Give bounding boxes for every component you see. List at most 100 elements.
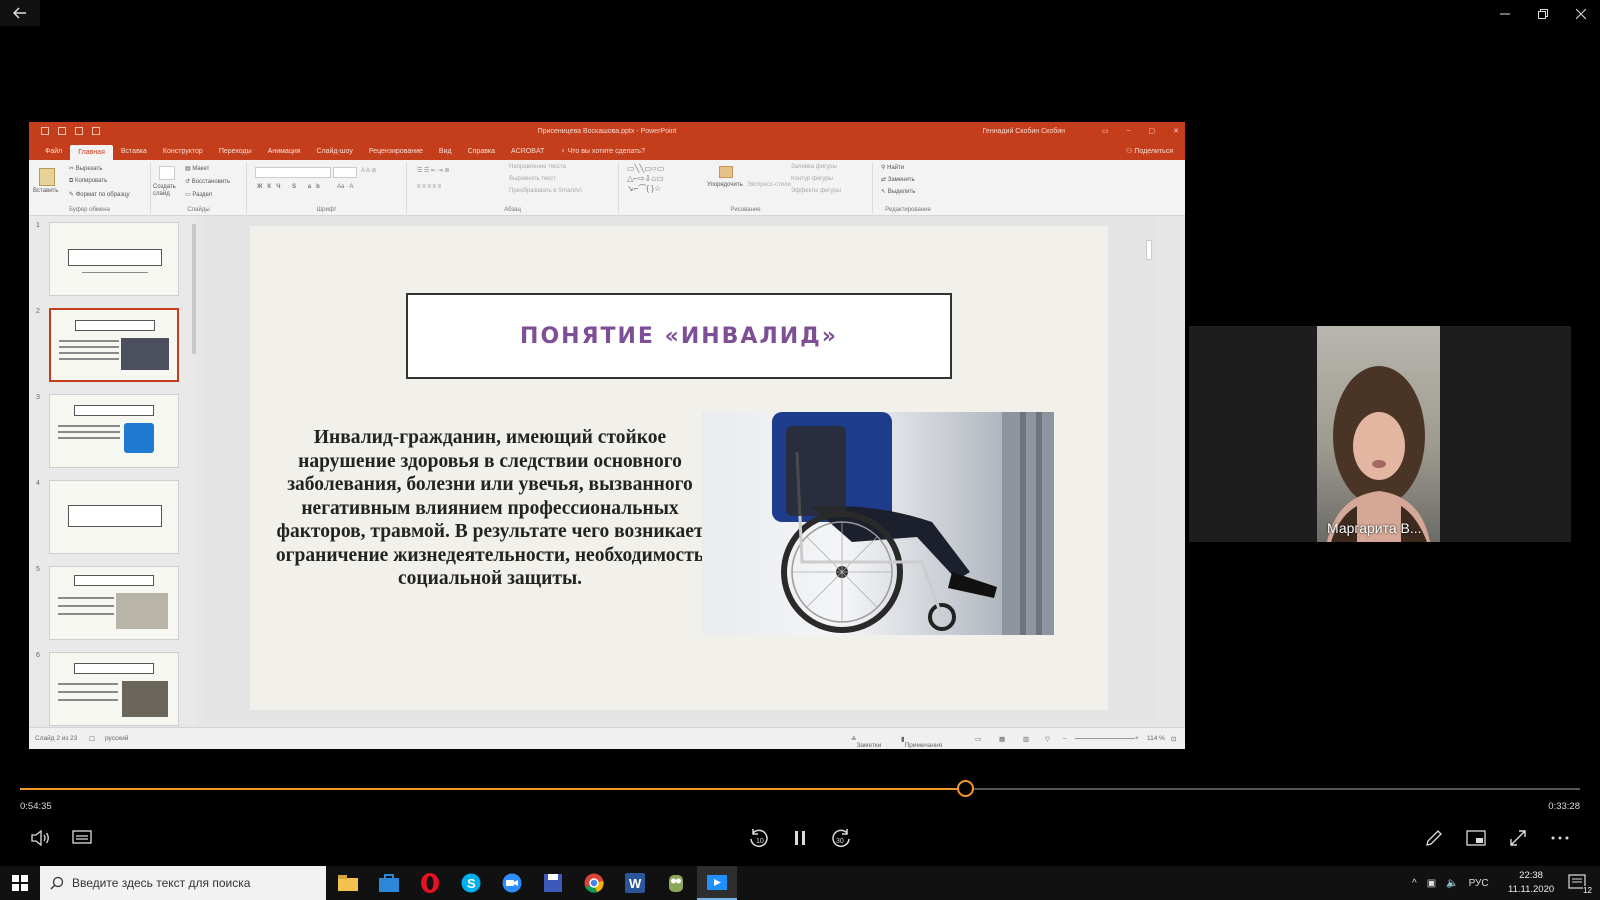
tab-acrobat[interactable]: ACROBAT <box>503 148 552 160</box>
taskbar-search-box[interactable]: Введите здесь текст для поиска <box>40 866 326 900</box>
convert-smartart-button[interactable]: Преобразовать в SmartArt <box>509 188 582 194</box>
font-size-select[interactable] <box>333 167 357 178</box>
font-size-buttons[interactable]: A A ⊘ <box>361 167 376 174</box>
reset-button[interactable]: ↺ Восстановить <box>185 178 230 185</box>
quick-styles-button[interactable]: Экспресс-стили <box>747 182 791 188</box>
tab-insert[interactable]: Вставка <box>113 148 155 160</box>
seek-handle[interactable] <box>957 780 975 797</box>
pause-button[interactable] <box>786 824 814 852</box>
tab-file[interactable]: Файл <box>37 148 70 160</box>
tab-help[interactable]: Справка <box>460 148 503 160</box>
shape-fill-button[interactable]: Заливка фигуры <box>791 164 837 170</box>
font-case-buttons[interactable]: Aa · A <box>337 184 353 190</box>
cut-button[interactable]: ✂ Вырезать <box>69 165 102 172</box>
network-icon[interactable]: ▣ <box>1427 878 1436 889</box>
minimize-button[interactable] <box>1486 0 1524 28</box>
tab-design[interactable]: Конструктор <box>155 148 211 160</box>
store-app[interactable] <box>369 866 409 900</box>
movies-app[interactable] <box>697 866 737 900</box>
tab-view[interactable]: Вид <box>431 148 460 160</box>
wheelchair-photo[interactable] <box>702 412 1054 635</box>
arrange-button[interactable]: Упорядочить <box>707 182 743 188</box>
slide-thumbnail-6[interactable] <box>49 652 179 726</box>
zoom-slider[interactable] <box>1075 738 1135 739</box>
tab-transitions[interactable]: Переходы <box>211 148 260 160</box>
input-language[interactable]: РУС <box>1469 878 1489 889</box>
skype-app[interactable]: S <box>451 866 491 900</box>
slide-thumbnail-5[interactable] <box>49 566 179 640</box>
reading-view-icon[interactable]: ▥ <box>1023 735 1029 743</box>
copy-button[interactable]: ⧉ Копировать <box>69 178 107 185</box>
shape-outline-button[interactable]: Контур фигуры <box>791 176 833 182</box>
paste-button[interactable]: Вставить <box>33 188 58 194</box>
normal-view-icon[interactable]: ▭ <box>975 735 981 743</box>
slide-scroll-thumb[interactable] <box>1146 240 1152 260</box>
slide-thumbnail-2[interactable] <box>49 308 179 382</box>
restore-button[interactable] <box>1524 0 1562 28</box>
thumbnails-scrollbar[interactable] <box>191 218 197 718</box>
align-buttons[interactable]: ≡ ≡ ≡ ≡ ≡ <box>417 184 441 190</box>
ppt-restore-icon[interactable]: ▢ <box>1149 127 1156 135</box>
zoom-app[interactable] <box>492 866 532 900</box>
chevron-up-icon[interactable]: ^ <box>1412 878 1417 889</box>
mini-view-button[interactable] <box>1462 824 1490 852</box>
skip-back-10-button[interactable]: 10 <box>745 824 773 852</box>
tab-animations[interactable]: Анимация <box>260 148 309 160</box>
format-painter-button[interactable]: ✎ Формат по образцу <box>69 191 130 198</box>
volume-tray-icon[interactable]: 🔈 <box>1446 878 1458 889</box>
ppt-ribbon-options-icon[interactable]: ▭ <box>1102 127 1109 135</box>
slideshow-view-icon[interactable]: ▽ <box>1045 735 1050 743</box>
tab-review[interactable]: Рецензирование <box>361 148 431 160</box>
text-direction-button[interactable]: Направление текста <box>509 164 566 170</box>
slide-thumbnail-1[interactable] <box>49 222 179 296</box>
participant-video-tile[interactable]: Маргарита В... <box>1189 326 1571 542</box>
owl-app[interactable] <box>656 866 696 900</box>
spellcheck-icon[interactable]: ☐ <box>89 735 95 743</box>
close-button[interactable] <box>1562 0 1600 28</box>
layout-button[interactable]: ▤ Макет <box>185 165 209 172</box>
section-button[interactable]: ▭ Раздел <box>185 191 212 198</box>
taskbar-clock[interactable]: 22:38 11.11.2020 <box>1508 869 1554 897</box>
slide-scrollbar[interactable] <box>1145 220 1153 710</box>
shape-effects-button[interactable]: Эффекты фигуры <box>791 188 841 194</box>
font-style-buttons[interactable]: ЖКЧ S ab <box>257 184 325 190</box>
share-button[interactable]: ⚇ Поделиться <box>1126 147 1173 155</box>
start-button[interactable] <box>0 866 40 900</box>
zoom-out-icon[interactable]: – <box>1063 735 1067 742</box>
slide-body-text[interactable]: Инвалид-гражданин, имеющий стойкое наруш… <box>270 426 710 591</box>
back-button[interactable] <box>0 0 40 26</box>
seek-bar[interactable] <box>20 780 1580 797</box>
font-name-select[interactable] <box>255 167 331 178</box>
tell-me-search[interactable]: ♀ Что вы хотите сделать? <box>552 148 653 160</box>
select-button[interactable]: ↖ Выделить <box>881 188 915 195</box>
word-app[interactable]: W <box>615 866 655 900</box>
ppt-close-icon[interactable]: ✕ <box>1173 127 1179 135</box>
tab-home[interactable]: Главная <box>70 145 113 160</box>
notes-button[interactable]: ≙ Заметки <box>851 735 881 749</box>
zoom-in-icon[interactable]: + <box>1135 735 1139 742</box>
slide-title-box[interactable]: ПОНЯТИЕ «ИНВАЛИД» <box>406 293 952 379</box>
opera-app[interactable] <box>410 866 450 900</box>
sorter-view-icon[interactable]: ▦ <box>999 735 1005 743</box>
shapes-gallery[interactable]: ▭╲╲▭○▭ △⌐⇨⇩⌂▭ ↘⌐⌒{ }☆ <box>627 164 664 194</box>
new-slide-button[interactable]: Создать слайд <box>153 184 183 198</box>
find-button[interactable]: ⚲ Найти <box>881 164 904 171</box>
replace-button[interactable]: ⇄ Заменить <box>881 176 915 183</box>
more-options-button[interactable] <box>1546 824 1574 852</box>
skip-forward-30-button[interactable]: 30 <box>827 824 855 852</box>
notifications-button[interactable]: 12 <box>1558 866 1598 900</box>
save-app[interactable] <box>533 866 573 900</box>
chrome-app[interactable] <box>574 866 614 900</box>
language-indicator[interactable]: русский <box>105 735 128 742</box>
align-text-button[interactable]: Выровнять текст <box>509 176 556 182</box>
zoom-level[interactable]: 114 % <box>1147 735 1165 742</box>
list-buttons[interactable]: ☰ ☰ ⇤ ⇥ ≣ <box>417 167 450 174</box>
edit-button[interactable] <box>1420 824 1448 852</box>
ppt-minimize-icon[interactable]: – <box>1127 127 1131 135</box>
slide-thumbnail-4[interactable] <box>49 480 179 554</box>
fullscreen-button[interactable] <box>1504 824 1532 852</box>
captions-button[interactable] <box>68 824 96 852</box>
file-explorer-app[interactable] <box>328 866 368 900</box>
fit-slide-icon[interactable]: ⊡ <box>1171 735 1176 743</box>
volume-button[interactable] <box>26 824 54 852</box>
